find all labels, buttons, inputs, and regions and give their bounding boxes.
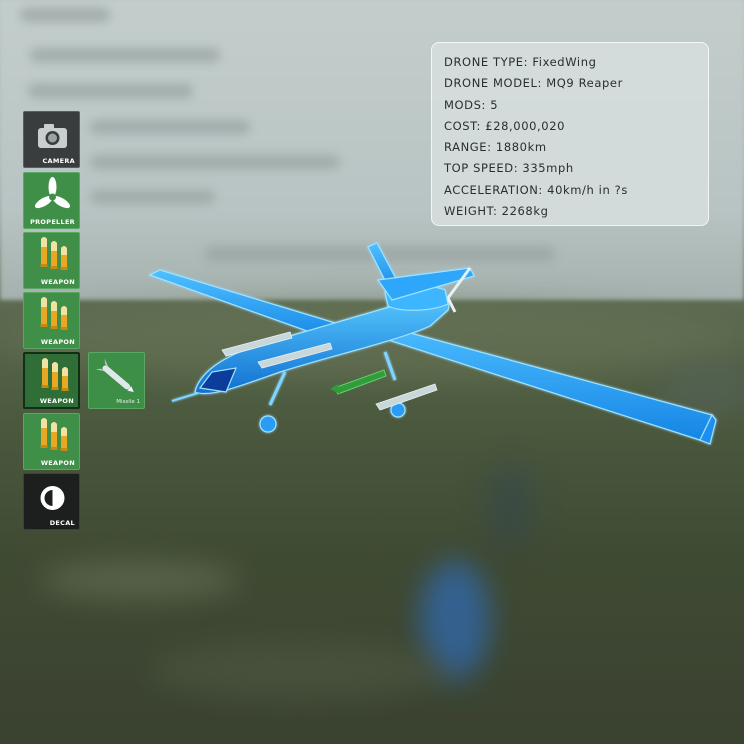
range-text: RANGE: 1880km <box>444 140 547 155</box>
mod-slot-propeller[interactable]: PROPELLER <box>23 172 80 229</box>
propeller-slot-label: PROPELLER <box>30 218 75 226</box>
selected-missile-green <box>333 369 387 395</box>
acceleration-text: ACCELERATION: 40km/h in ?s <box>444 182 628 197</box>
mod-slot-weapon-1[interactable]: WEAPON <box>23 232 80 289</box>
missile-option-label: Missile 1 <box>116 399 140 405</box>
decal-slot-label: DECAL <box>49 519 75 527</box>
mods-count-text: MODS: 5 <box>444 97 499 112</box>
weapon-slot-label: WEAPON <box>40 338 75 346</box>
weapon-slot-label: WEAPON <box>39 397 74 405</box>
decal-icon <box>40 486 65 510</box>
weapon-slot-label: WEAPON <box>40 278 75 286</box>
bullets-icon <box>40 297 68 330</box>
propeller-icon <box>34 177 71 209</box>
bullets-icon <box>41 358 69 391</box>
bullets-icon <box>40 418 68 451</box>
mod-slot-weapon-3-selected[interactable]: WEAPON <box>23 352 80 409</box>
drone-model-text: DRONE MODEL: MQ9 Reaper <box>444 76 623 91</box>
mod-slot-weapon-4[interactable]: WEAPON <box>23 413 80 470</box>
camera-icon <box>38 124 67 148</box>
drone-stats-panel: DRONE TYPE: FixedWing DRONE MODEL: MQ9 R… <box>431 42 709 226</box>
weight-text: WEIGHT: 2268kg <box>444 204 549 219</box>
weapon-option-missile-1[interactable]: Missile 1 <box>88 352 145 409</box>
mod-slot-weapon-2[interactable]: WEAPON <box>23 292 80 349</box>
camera-slot-label: CAMERA <box>42 157 75 165</box>
front-wheel <box>259 415 277 433</box>
mod-slot-camera[interactable]: CAMERA <box>23 111 80 168</box>
drone-type-text: DRONE TYPE: FixedWing <box>444 55 597 69</box>
missile-icon <box>95 358 134 393</box>
mod-slot-decal[interactable]: DECAL <box>23 473 80 530</box>
top-speed-text: TOP SPEED: 335mph <box>444 161 574 176</box>
bullets-icon <box>40 237 68 270</box>
weapon-slot-label: WEAPON <box>40 459 75 467</box>
cost-text: COST: £28,000,020 <box>444 118 566 133</box>
